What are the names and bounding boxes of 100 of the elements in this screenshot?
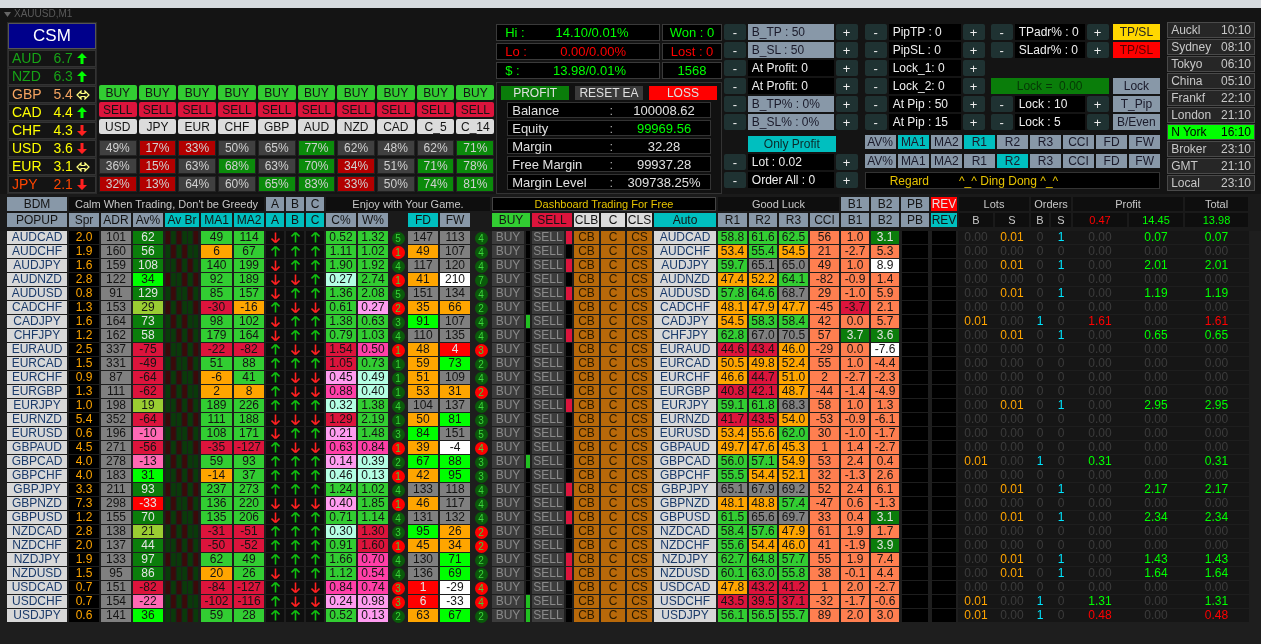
account-button[interactable]: RESET EA (575, 86, 643, 100)
pair-button[interactable]: NZDUSD (7, 567, 67, 580)
plus-button[interactable]: + (835, 78, 858, 94)
minus-button[interactable]: - (723, 42, 746, 58)
sell-button[interactable]: SELL (377, 102, 415, 117)
close-buy-button[interactable]: CB (574, 315, 599, 328)
sell-button[interactable]: SELL (532, 259, 564, 272)
plus-button[interactable]: + (962, 78, 985, 94)
column-header[interactable]: W% (358, 213, 388, 227)
close-sell-button[interactable]: CS (627, 385, 652, 398)
indicator-toggle[interactable]: MA1 (897, 135, 929, 149)
close-sell-button[interactable]: CS (627, 287, 652, 300)
close-sell-button[interactable]: CS (627, 595, 652, 608)
pair-button[interactable]: EURCAD (654, 357, 716, 370)
tp-sl-button[interactable]: TP/SL (1112, 24, 1161, 40)
close-sell-button[interactable]: CS (627, 315, 652, 328)
sell-button[interactable]: SELL (337, 102, 375, 117)
close-button[interactable]: C (601, 483, 625, 496)
close-button[interactable]: C (601, 609, 625, 622)
column-header[interactable]: B1 (841, 197, 869, 211)
column-header[interactable]: PB (901, 197, 929, 211)
minus-button[interactable]: - (723, 114, 746, 130)
close-sell-button[interactable]: CS (627, 329, 652, 342)
close-sell-button[interactable]: CS (627, 497, 652, 510)
close-button[interactable]: C (601, 385, 625, 398)
column-header[interactable]: BUY (492, 213, 530, 227)
close-sell-button[interactable]: CS (627, 259, 652, 272)
sell-button[interactable]: SELL (532, 441, 564, 454)
plus-button[interactable]: + (962, 114, 985, 130)
column-header[interactable]: Av Br (165, 213, 199, 227)
pair-button[interactable]: AUDCAD (7, 231, 67, 244)
buy-button[interactable]: BUY (492, 497, 524, 510)
close-buy-button[interactable]: CB (574, 343, 599, 356)
pair-button[interactable]: USDCHF (7, 595, 67, 608)
pair-button[interactable]: EURNZD (7, 413, 67, 426)
close-buy-button[interactable]: CB (574, 525, 599, 538)
pair-button[interactable]: CADJPY (654, 315, 716, 328)
buy-button[interactable]: BUY (492, 357, 524, 370)
close-buy-button[interactable]: CB (574, 511, 599, 524)
close-buy-button[interactable]: CB (574, 553, 599, 566)
column-header[interactable]: CLB (574, 213, 599, 227)
close-buy-button[interactable]: CB (574, 483, 599, 496)
buy-button[interactable]: BUY (98, 85, 137, 100)
sell-button[interactable]: SELL (257, 102, 296, 117)
column-header[interactable]: Spr (69, 213, 99, 227)
close-button[interactable]: C (601, 553, 625, 566)
plus-button[interactable]: + (962, 42, 985, 58)
close-sell-button[interactable]: CS (627, 511, 652, 524)
pair-button[interactable]: CADJPY (7, 315, 67, 328)
close-buy-button[interactable]: CB (574, 539, 599, 552)
close-buy-button[interactable]: CB (574, 385, 599, 398)
indicator-toggle[interactable]: FD (1096, 154, 1128, 168)
sell-button[interactable]: SELL (532, 455, 564, 468)
close-button[interactable]: C (601, 413, 625, 426)
pair-button[interactable]: GBPUSD (7, 511, 67, 524)
pair-button[interactable]: USDCHF (654, 595, 716, 608)
indicator-toggle[interactable]: R1 (963, 154, 995, 168)
column-header[interactable]: A (266, 197, 284, 211)
column-header[interactable]: B1 (841, 213, 869, 227)
buy-button[interactable]: BUY (492, 245, 524, 258)
sell-button[interactable]: SELL (532, 315, 564, 328)
pair-button[interactable]: EURCHF (654, 371, 716, 384)
buy-button[interactable]: BUY (492, 525, 524, 538)
close-sell-button[interactable]: CS (627, 357, 652, 370)
pair-button[interactable]: EURAUD (7, 343, 67, 356)
pair-button[interactable]: GBPJPY (654, 483, 716, 496)
column-header[interactable]: Av% (133, 213, 163, 227)
close-buy-button[interactable]: CB (574, 357, 599, 370)
close-sell-button[interactable]: CS (627, 553, 652, 566)
lock-button[interactable]: Lock (1112, 78, 1161, 94)
close-sell-button[interactable]: CS (627, 609, 652, 622)
close-button[interactable]: C (601, 287, 625, 300)
close-button[interactable]: C (601, 595, 625, 608)
minus-button[interactable]: - (723, 60, 746, 76)
buy-button[interactable]: BUY (492, 455, 524, 468)
close-buy-button[interactable]: CB (574, 441, 599, 454)
sell-button[interactable]: SELL (416, 102, 455, 117)
close-sell-button[interactable]: CS (627, 273, 652, 286)
pair-button[interactable]: AUDUSD (7, 287, 67, 300)
pair-button[interactable]: AUDJPY (7, 259, 67, 272)
column-header[interactable]: B (286, 213, 304, 227)
buy-button[interactable]: BUY (492, 399, 524, 412)
pair-button[interactable]: AUDNZD (654, 273, 716, 286)
close-button[interactable]: C (601, 511, 625, 524)
buy-button[interactable]: BUY (297, 85, 336, 100)
close-buy-button[interactable]: CB (574, 259, 599, 272)
buy-button[interactable]: BUY (218, 85, 256, 100)
close-button[interactable]: C (601, 581, 625, 594)
currency-button[interactable]: EUR (178, 119, 217, 134)
close-buy-button[interactable]: CB (574, 567, 599, 580)
tp-sl-button[interactable]: TP/SL (1112, 42, 1161, 58)
pair-button[interactable]: GBPCHF (654, 469, 716, 482)
pair-button[interactable]: GBPNZD (654, 497, 716, 510)
pair-button[interactable]: USDJPY (654, 609, 716, 622)
buy-button[interactable]: BUY (492, 441, 524, 454)
plus-button[interactable]: + (962, 60, 985, 76)
pair-button[interactable]: EURUSD (7, 427, 67, 440)
buy-button[interactable]: BUY (492, 483, 524, 496)
close-button[interactable]: C (601, 273, 625, 286)
indicator-toggle[interactable]: AV% (864, 154, 896, 168)
